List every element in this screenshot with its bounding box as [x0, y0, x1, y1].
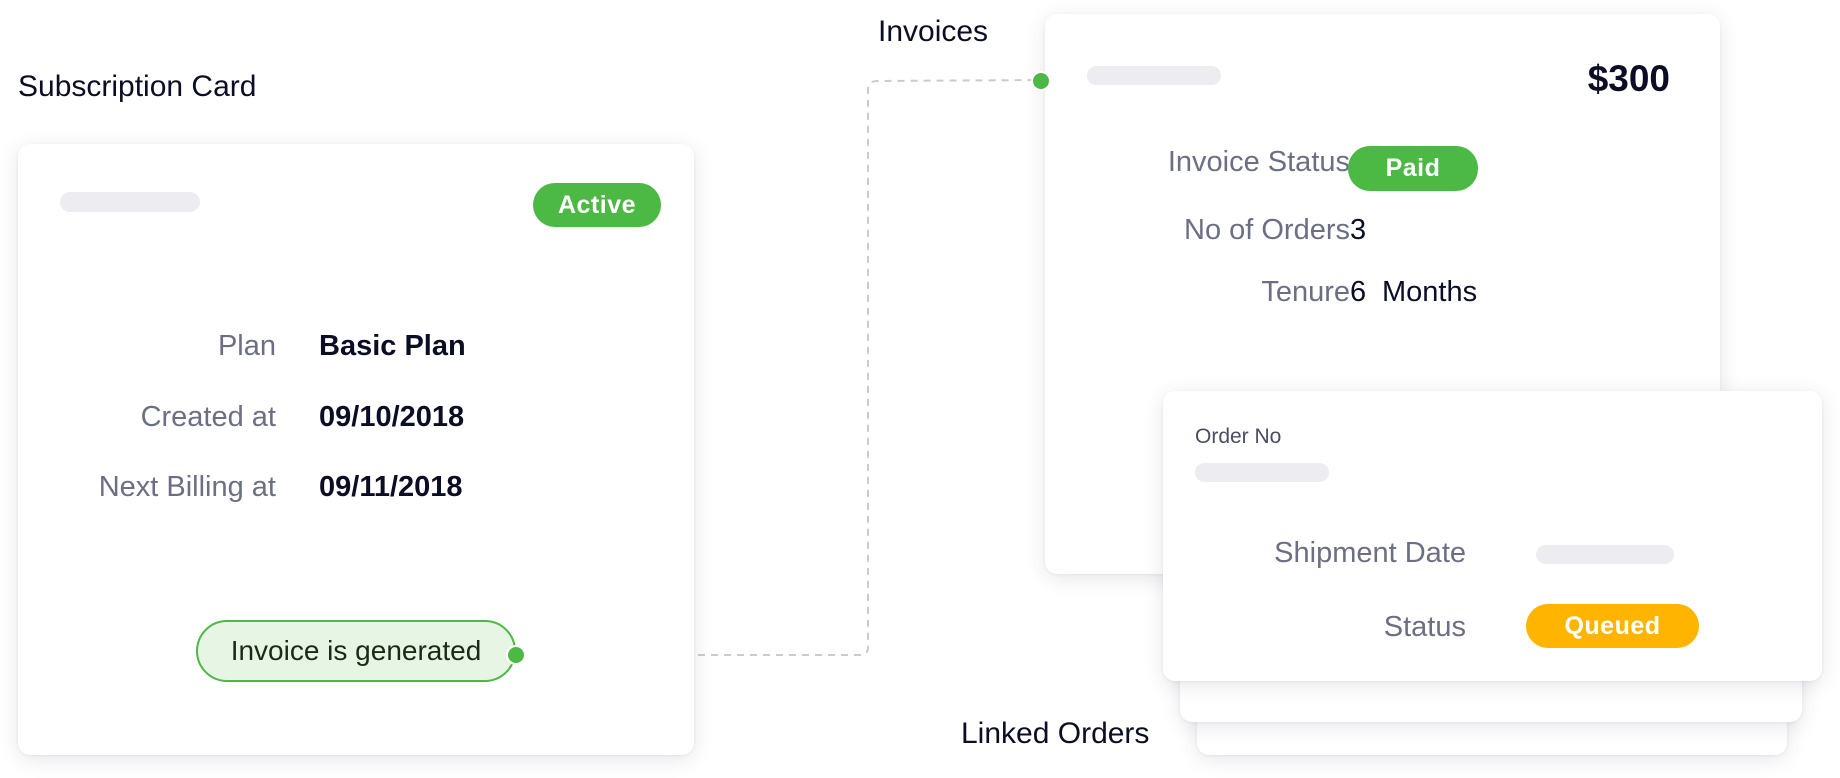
invoice-generated-event: Invoice is generated	[196, 620, 516, 682]
event-connector-dot	[506, 645, 526, 665]
order-queued-badge: Queued	[1526, 604, 1699, 648]
tenure-number: 6	[1350, 276, 1367, 308]
invoice-id-placeholder	[1087, 66, 1221, 85]
linked-order-card[interactable]: Order No Shipment Date Status Queued	[1163, 391, 1822, 681]
orders-count-value: 3	[1350, 214, 1367, 246]
order-status-label: Status	[1383, 611, 1466, 643]
tenure-unit: Months	[1382, 276, 1478, 308]
tenure-label: Tenure	[1261, 276, 1350, 308]
plan-label: Plan	[217, 330, 276, 362]
created-at-label: Created at	[140, 401, 276, 433]
active-status-badge: Active	[533, 183, 661, 227]
invoice-connector-dot	[1031, 71, 1051, 91]
subscription-card[interactable]: Active Plan Basic Plan Created at 09/10/…	[18, 144, 694, 755]
invoice-paid-badge: Paid	[1348, 146, 1478, 191]
orders-count-label: No of Orders	[1184, 214, 1350, 246]
shipment-date-label: Shipment Date	[1274, 537, 1466, 569]
created-at-value: 09/10/2018	[319, 401, 465, 433]
linked-orders-title: Linked Orders	[961, 717, 1150, 750]
invoice-amount: $300	[1587, 58, 1670, 99]
order-no-label: Order No	[1195, 425, 1282, 448]
subscription-card-title: Subscription Card	[18, 70, 257, 103]
next-billing-value: 09/11/2018	[319, 471, 463, 503]
shipment-date-placeholder	[1536, 545, 1674, 564]
order-no-placeholder	[1195, 463, 1329, 482]
plan-value: Basic Plan	[319, 330, 466, 362]
invoices-title: Invoices	[878, 15, 989, 48]
subscription-name-placeholder	[60, 192, 200, 212]
next-billing-label: Next Billing at	[98, 471, 276, 503]
invoice-status-label: Invoice Status	[1167, 146, 1350, 178]
